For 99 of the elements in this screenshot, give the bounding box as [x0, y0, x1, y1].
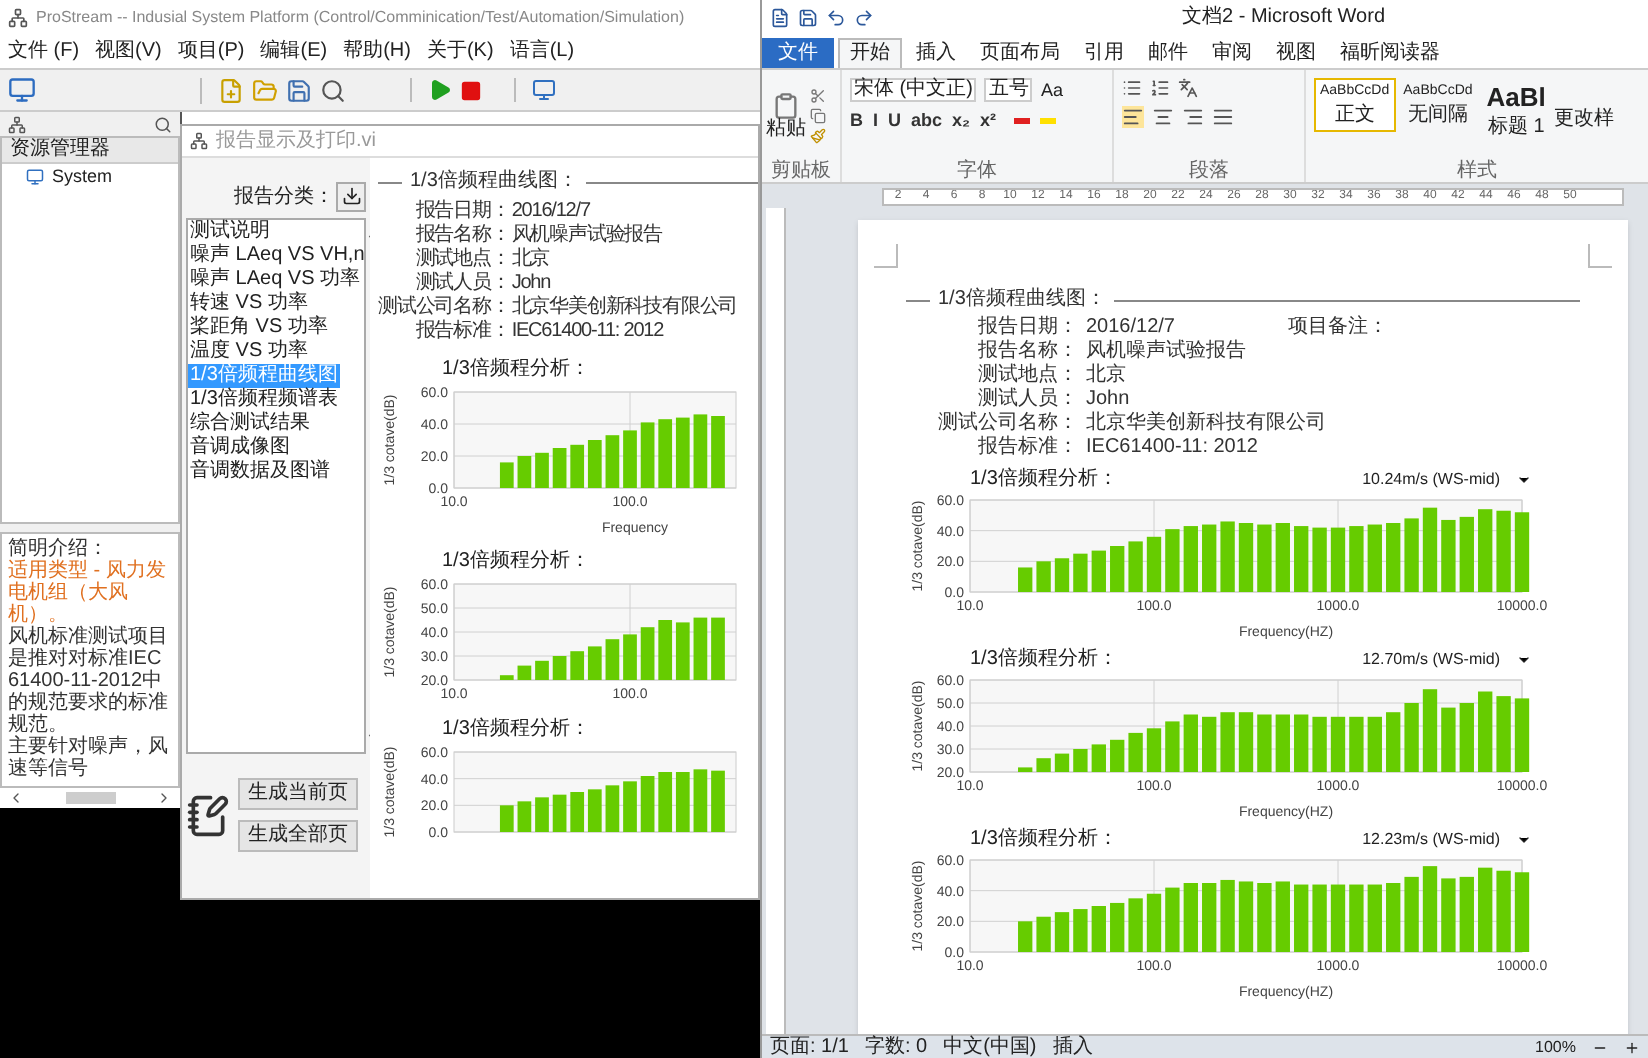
category-item[interactable]: 音调成像图 [188, 436, 292, 460]
section-title: 1/3倍频程曲线图： [938, 288, 1106, 312]
chart-title: 1/3倍频程分析： [440, 358, 592, 382]
window-title: 文档2 - Microsoft Word [1182, 8, 1385, 28]
style-name: 正文 [1334, 106, 1375, 126]
field-label: 报告名称： [413, 224, 510, 247]
menu-item[interactable]: 视图(V) [95, 42, 162, 62]
file-tab[interactable]: 文件 [762, 38, 834, 68]
format-button[interactable]: abc [911, 112, 943, 130]
change-case-button[interactable]: Aa [1040, 81, 1063, 99]
word-count: 字数: 0 [864, 1037, 928, 1057]
tree-item[interactable]: System [52, 168, 113, 186]
format-button[interactable]: B [850, 112, 863, 130]
ribbon-tab[interactable]: 引用 [1074, 38, 1134, 68]
page-count: 页面: 1/1 [770, 1037, 849, 1057]
category-item[interactable]: 转速 VS 功率 [188, 292, 310, 316]
category-item[interactable]: 综合测试结果 [188, 412, 312, 436]
paste-label[interactable]: 粘贴 [766, 120, 806, 140]
ribbon-tab[interactable]: 视图 [1266, 38, 1326, 68]
format-button[interactable]: I [873, 112, 879, 130]
category-item[interactable]: 噪声 LAeq VS 功率 [188, 268, 363, 292]
field-label: 测试人员： [976, 388, 1078, 411]
note-label: 项目备注： [1288, 316, 1388, 340]
chart-title: 1/3倍频程分析： [968, 648, 1118, 670]
chart-title: 1/3倍频程分析： [440, 718, 592, 742]
field-label: 报告标准： [413, 320, 510, 344]
ribbon-tab[interactable]: 福昕阅读器 [1330, 38, 1450, 68]
chart-title: 1/3倍频程分析： [968, 828, 1118, 850]
window-title: ProStream -- Indusial System Platform (Control/Comminication/Test/Automation/Simulation) [36, 6, 685, 30]
speed-selector[interactable]: 12.23m/s (WS-mid) [1362, 831, 1500, 847]
group-label: 样式 [1455, 162, 1499, 182]
format-button[interactable]: U [888, 112, 902, 130]
style-name: 无间隔 [1407, 106, 1468, 126]
field-value: 北京 [1086, 364, 1126, 388]
category-item[interactable]: 噪声 LAeq VS VH,n [188, 244, 367, 268]
category-item[interactable]: 1/3倍频程频谱表 [188, 388, 340, 412]
group-label: 段落 [1187, 162, 1231, 182]
field-value: John [511, 272, 551, 295]
category-item[interactable]: 音调数据及图谱 [188, 460, 332, 484]
group-label: 剪贴板 [769, 162, 833, 182]
category-item[interactable]: 测试说明 [188, 220, 272, 244]
format-button[interactable]: x₂ [952, 112, 971, 130]
chart-title: 1/3倍频程分析： [440, 550, 592, 574]
menu-item[interactable]: 编辑(E) [260, 42, 328, 62]
menu-item[interactable]: 语言(L) [509, 42, 575, 62]
speed-selector[interactable]: 10.24m/s (WS-mid) [1362, 471, 1500, 487]
style-name: 标题 1 [1487, 118, 1545, 138]
generate-button[interactable]: 生成全部页 [238, 820, 358, 852]
field-label: 测试人员： [413, 272, 510, 295]
category-item[interactable]: 桨距角 VS 功率 [188, 316, 330, 340]
style-option[interactable]: AaBl 标题 1 [1480, 78, 1552, 144]
field-value: 风机噪声试验报告 [1086, 340, 1246, 363]
insert-mode: 插入 [1052, 1037, 1093, 1057]
field-label: 测试地点： [413, 248, 510, 271]
description-text: 风机标准测试项目是推对对标准IEC61400-11-2012中的规范要求的标准规范。 [8, 626, 170, 736]
description-text: 简明介绍： [8, 538, 110, 560]
group-label: 字体 [955, 162, 999, 182]
field-label: 报告名称： [976, 340, 1078, 363]
field-value: 北京华美创新科技有限公司 [1086, 412, 1326, 436]
field-value: 北京 [511, 248, 550, 272]
font-name-field[interactable]: 宋体 (中文正) [850, 78, 977, 102]
style-sample: AaBl [1486, 84, 1546, 110]
field-value: IEC61400-11: 2012 [1086, 436, 1258, 460]
panel-header: 资源管理器 [2, 138, 178, 164]
field-label: 测试公司名称： [938, 412, 1078, 435]
format-button[interactable]: x² [980, 112, 997, 130]
category-label: 报告分类： [234, 183, 334, 211]
field-value: 风机噪声试验报告 [511, 224, 663, 247]
field-value: John [1086, 388, 1130, 411]
change-styles-button[interactable]: 更改样 [1553, 110, 1614, 130]
menu-item[interactable]: 帮助(H) [343, 42, 411, 62]
field-label: 测试地点： [976, 364, 1078, 387]
field-label: 报告日期： [413, 200, 510, 223]
field-value: 北京华美创新科技有限公司 [511, 296, 738, 320]
field-value: 2016/12/7 [511, 200, 590, 223]
generate-button[interactable]: 生成当前页 [238, 778, 358, 810]
dialog-title: 报告显示及打印.vi [216, 131, 376, 151]
field-value: 2016/12/7 [1086, 316, 1175, 339]
font-size-field[interactable]: 五号 [984, 78, 1033, 102]
language-status: 中文(中国) [943, 1037, 1037, 1057]
section-title: 1/3倍频程曲线图： [410, 170, 578, 194]
ribbon-tab[interactable]: 插入 [906, 38, 966, 68]
field-label: 报告标准： [976, 436, 1078, 460]
menu-item[interactable]: 项目(P) [177, 42, 245, 62]
ribbon-tab[interactable]: 页面布局 [970, 38, 1070, 68]
ribbon-tab[interactable]: 邮件 [1138, 38, 1198, 68]
ribbon-tab[interactable]: 审阅 [1202, 38, 1262, 68]
field-value: IEC61400-11: 2012 [511, 320, 664, 344]
zoom-level: 100% [1535, 1039, 1576, 1055]
speed-selector[interactable]: 12.70m/s (WS-mid) [1362, 651, 1500, 667]
category-item[interactable]: 温度 VS 功率 [188, 340, 310, 364]
description-text: 主要针对噪声，风速等信号 [8, 736, 170, 780]
chart-title: 1/3倍频程分析： [968, 468, 1118, 490]
description-text: 适用类型 - 风力发电机组（大风机）。 [8, 560, 168, 626]
ribbon-tab[interactable]: 开始 [838, 38, 902, 68]
menu-item[interactable]: 关于(K) [426, 42, 494, 62]
field-label: 测试公司名称： [378, 296, 510, 319]
menu-item[interactable]: 文件 (F) [8, 42, 80, 62]
field-label: 报告日期： [976, 316, 1078, 339]
